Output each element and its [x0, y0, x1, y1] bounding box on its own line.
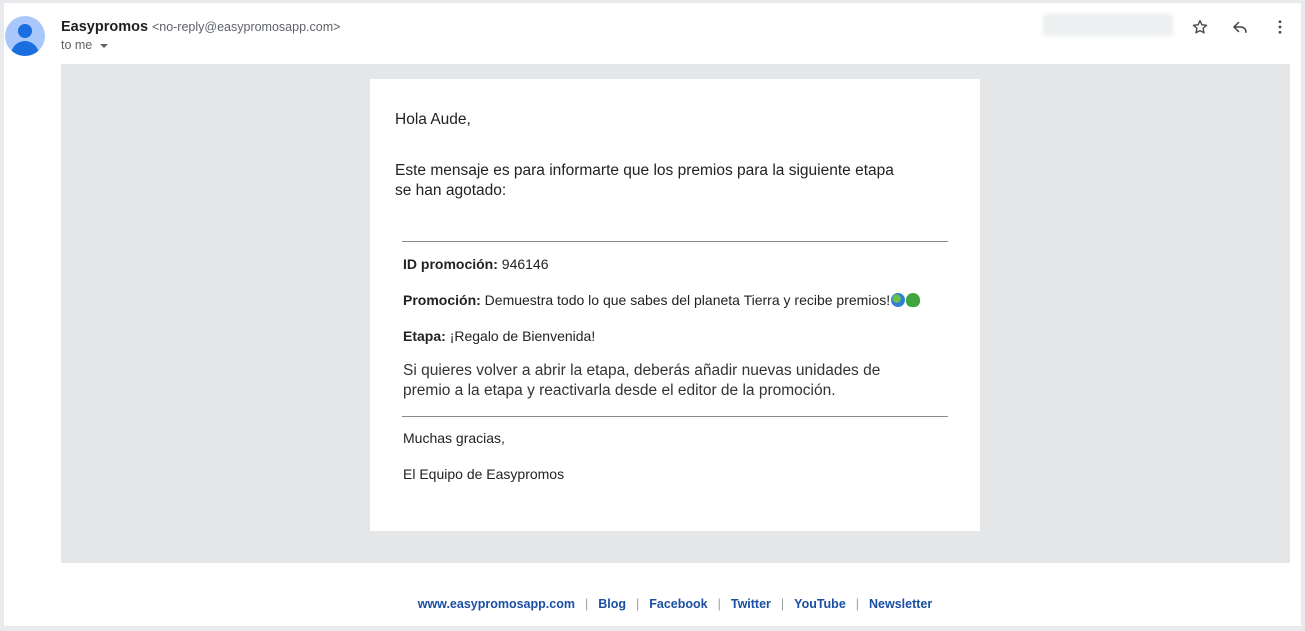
promotion-name-label: Promoción: — [403, 292, 481, 308]
stage-row: Etapa: ¡Regalo de Bienvenida! — [403, 328, 595, 344]
star-icon — [1192, 19, 1208, 34]
footer-separator: | — [717, 597, 721, 611]
footer-separator: | — [636, 597, 640, 611]
avatar[interactable] — [5, 16, 45, 56]
star-button[interactable] — [1187, 14, 1213, 40]
divider-top — [402, 241, 948, 242]
tree-icon — [906, 293, 921, 307]
promotion-id-label: ID promoción: — [403, 256, 498, 272]
footer-links: www.easypromosapp.com | Blog | Facebook … — [0, 597, 1305, 611]
divider-bottom — [402, 416, 948, 417]
greeting: Hola Aude, — [395, 111, 471, 128]
note-line-1: Si quieres volver a abrir la etapa, debe… — [403, 362, 881, 379]
more-options-button[interactable] — [1267, 14, 1293, 40]
more-vert-icon — [1278, 20, 1282, 34]
note-line-2: premio a la etapa y reactivarla desde el… — [403, 382, 836, 399]
footer-link-twitter[interactable]: Twitter — [731, 597, 771, 611]
footer-link-website[interactable]: www.easypromosapp.com — [418, 597, 575, 611]
thanks-text: Muchas gracias, — [403, 430, 505, 446]
footer-link-newsletter[interactable]: Newsletter — [869, 597, 932, 611]
sender-name[interactable]: Easypromos — [61, 19, 148, 35]
promotion-id-row: ID promoción: 946146 — [403, 256, 549, 272]
stage-label: Etapa: — [403, 328, 446, 344]
intro-line-2: se han agotado: — [395, 182, 507, 199]
footer-link-facebook[interactable]: Facebook — [649, 597, 707, 611]
sender-line: Easypromos <no-reply@easypromosapp.com> — [61, 17, 340, 36]
intro-text: Este mensaje es para informarte que los … — [395, 161, 894, 201]
footer-link-blog[interactable]: Blog — [598, 597, 626, 611]
chevron-down-icon[interactable] — [100, 43, 109, 48]
person-icon-body — [11, 41, 39, 56]
recipient-label: to me — [61, 38, 93, 52]
date-blurred — [1043, 14, 1173, 36]
reply-button[interactable] — [1227, 14, 1253, 40]
globe-icon — [891, 293, 906, 307]
footer-separator: | — [855, 597, 860, 611]
stage-value: ¡Regalo de Bienvenida! — [449, 328, 596, 344]
person-icon — [18, 24, 32, 38]
footer-separator: | — [584, 597, 589, 611]
signature: El Equipo de Easypromos — [403, 466, 565, 482]
reply-icon — [1233, 21, 1247, 33]
promotion-name-value: Demuestra todo lo que sabes del planeta … — [484, 292, 891, 308]
footer-separator: | — [780, 597, 785, 611]
reactivate-note: Si quieres volver a abrir la etapa, debe… — [403, 361, 880, 401]
promotion-id-value: 946146 — [501, 256, 549, 272]
sender-email: <no-reply@easypromosapp.com> — [151, 20, 341, 34]
footer-link-youtube[interactable]: YouTube — [794, 597, 846, 611]
recipient-toggle[interactable]: to me — [61, 38, 109, 52]
promotion-name-row: Promoción: Demuestra todo lo que sabes d… — [403, 292, 921, 308]
intro-line-1: Este mensaje es para informarte que los … — [395, 162, 894, 179]
